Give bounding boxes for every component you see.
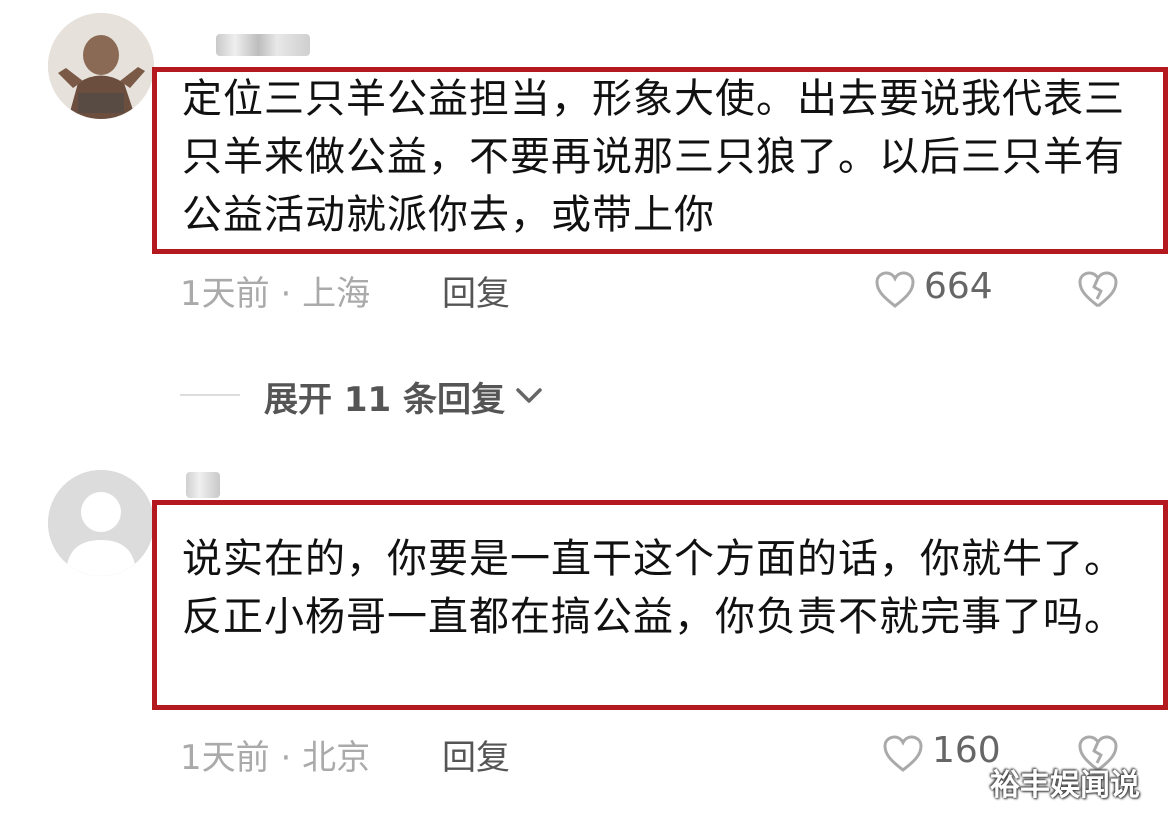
chevron-down-icon[interactable] [512, 382, 546, 408]
meta-separator: · [269, 738, 303, 778]
watermark: 裕丰娱闻说 [990, 768, 1140, 803]
reply-button[interactable]: 回复 [442, 730, 510, 779]
username-blurred[interactable] [216, 34, 310, 56]
avatar-image [48, 13, 154, 119]
reply-button[interactable]: 回复 [442, 266, 510, 315]
comment-location: 上海 [302, 274, 371, 314]
broken-heart-icon[interactable] [1076, 270, 1120, 310]
expand-replies-button[interactable]: 展开 11 条回复 [264, 372, 505, 421]
heart-outline-icon[interactable] [874, 270, 916, 310]
meta-separator: · [269, 274, 303, 314]
comment-location: 北京 [302, 738, 371, 778]
expand-divider [180, 394, 240, 396]
comment-text: 说实在的，你要是一直干这个方面的话，你就牛了。反正小杨哥一直都在搞公益，你负责不… [182, 536, 1125, 640]
comment-time: 1天前 [180, 738, 270, 778]
default-user-avatar-icon[interactable] [48, 470, 154, 576]
comment-text: 定位三只羊公益担当，形象大使。出去要说我代表三只羊来做公益，不要再说那三只狼了。… [182, 76, 1125, 238]
user-avatar[interactable] [48, 13, 154, 119]
comment-meta: 1天前 · 上海 [180, 266, 370, 315]
comment-meta: 1天前 · 北京 [180, 730, 370, 779]
avatar-image [48, 470, 154, 576]
username-blurred[interactable] [186, 472, 220, 498]
heart-outline-icon[interactable] [882, 734, 924, 774]
like-count: 664 [924, 266, 993, 307]
comment-time: 1天前 [180, 274, 270, 314]
